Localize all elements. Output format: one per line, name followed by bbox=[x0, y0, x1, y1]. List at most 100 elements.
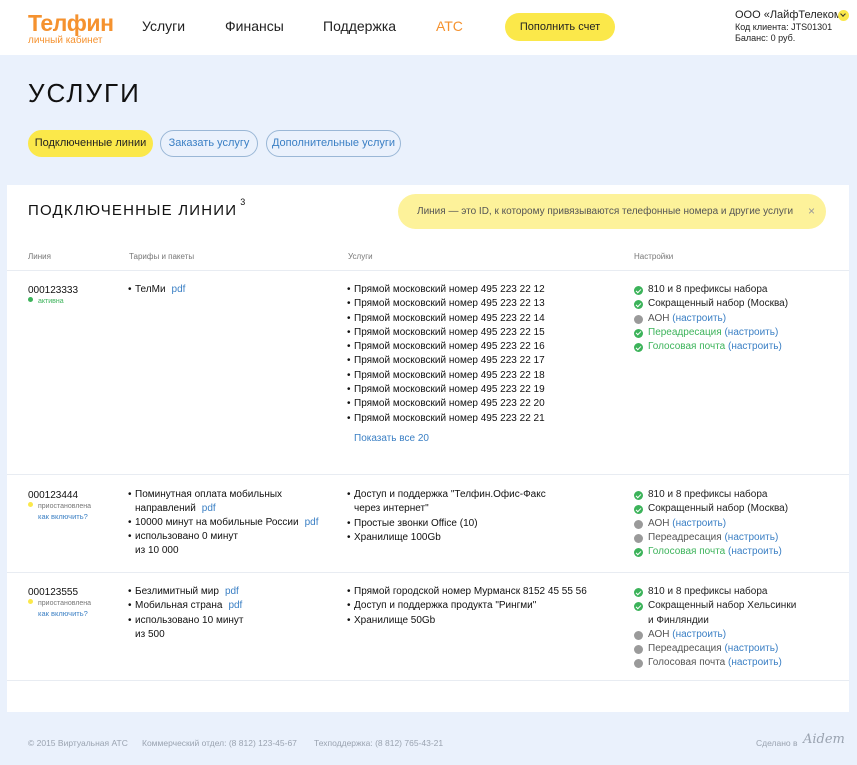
pdf-link[interactable]: pdf bbox=[172, 284, 186, 295]
footer-copyright: © 2015 Виртуальная АТС bbox=[28, 738, 128, 748]
line-id[interactable]: 000123444 bbox=[28, 490, 78, 501]
check-icon bbox=[634, 286, 643, 295]
service-item: Доступ и поддержка продукта "Рингми" bbox=[347, 599, 587, 614]
close-icon[interactable]: × bbox=[808, 194, 815, 229]
setting-item[interactable]: 810 и 8 префиксы набора bbox=[634, 585, 796, 599]
setting-label: АОН bbox=[648, 517, 670, 529]
configure-link[interactable]: (настроить) bbox=[672, 313, 726, 324]
setting-label: Сокращенный набор (Москва) bbox=[648, 298, 789, 310]
check-icon bbox=[634, 548, 643, 558]
configure-link[interactable]: (настроить) bbox=[728, 341, 782, 352]
service-item: Прямой московский номер 495 223 22 21 bbox=[347, 412, 545, 427]
service-list: Прямой городской номер Мурманск 8152 45 … bbox=[347, 585, 587, 628]
status-badge: приостановлена bbox=[28, 599, 91, 607]
setting-label: Голосовая почта bbox=[648, 341, 726, 353]
usage-line: использовано 0 минут bbox=[135, 530, 238, 542]
setting-item[interactable]: Переадресация (настроить) bbox=[634, 642, 796, 656]
logo-title: Телфин bbox=[28, 10, 114, 36]
how-to-enable-link[interactable]: как включить? bbox=[38, 512, 88, 521]
line-id[interactable]: 000123555 bbox=[28, 587, 78, 598]
tab-additional-services[interactable]: Дополнительные услуги bbox=[266, 130, 401, 157]
service-item: Прямой московский номер 495 223 22 19 bbox=[347, 383, 545, 398]
setting-item[interactable]: АОН (настроить) bbox=[634, 628, 796, 642]
usage-line: использовано 10 минут bbox=[135, 614, 244, 626]
nav-ats[interactable]: АТС bbox=[436, 18, 463, 34]
disabled-dot-icon bbox=[634, 314, 643, 324]
setting-item[interactable]: Сокращенный набор (Москва) bbox=[634, 297, 788, 311]
configure-link[interactable]: (настроить) bbox=[724, 643, 778, 654]
setting-label: Сокращенный набор (Москва) bbox=[648, 503, 789, 515]
service-item: Прямой московский номер 495 223 22 13 bbox=[347, 297, 545, 312]
setting-item[interactable]: Сокращенный набор (Москва) bbox=[634, 502, 788, 516]
nav-services[interactable]: Услуги bbox=[142, 18, 185, 34]
footer-made-by: Сделано в bbox=[756, 738, 798, 748]
account-info[interactable]: ООО «ЛайфТелеком» Код клиента: JTS01301 … bbox=[735, 9, 850, 44]
tab-connected-lines[interactable]: Подключенные линии bbox=[28, 130, 153, 157]
logo[interactable]: Телфин личный кабинет bbox=[28, 10, 114, 46]
service-item: Простые звонки Office (10) bbox=[347, 517, 546, 532]
info-hint: Линия — это ID, к которому привязываются… bbox=[398, 194, 826, 229]
configure-link[interactable]: (настроить) bbox=[728, 546, 782, 557]
setting-label-cont: и Финляндии bbox=[648, 614, 709, 626]
tariff-name-cont: направлений bbox=[135, 503, 196, 515]
pdf-link[interactable]: pdf bbox=[225, 586, 239, 597]
tariff-item: Безлимитный мир pdf bbox=[128, 585, 244, 600]
tariff-name: ТелМи bbox=[135, 284, 166, 295]
service-item: Прямой московский номер 495 223 22 17 bbox=[347, 354, 545, 369]
setting-item[interactable]: 810 и 8 префиксы набора bbox=[634, 283, 788, 297]
footer-sales-phone: Коммерческий отдел: (8 812) 123-45-67 bbox=[142, 738, 297, 748]
setting-label: Голосовая почта bbox=[648, 546, 726, 558]
setting-item[interactable]: АОН (настроить) bbox=[634, 517, 788, 531]
check-icon bbox=[634, 505, 643, 515]
configure-link[interactable]: (настроить) bbox=[724, 532, 778, 543]
status-text: активна bbox=[38, 298, 64, 305]
column-header-line: Линия bbox=[28, 252, 51, 261]
pdf-link[interactable]: pdf bbox=[202, 503, 216, 514]
pdf-link[interactable]: pdf bbox=[228, 600, 242, 611]
how-to-enable-link[interactable]: как включить? bbox=[38, 609, 88, 618]
disabled-dot-icon bbox=[634, 533, 643, 543]
service-list: Доступ и поддержка "Телфин.Офис-Факс чере… bbox=[347, 488, 546, 545]
settings-list: 810 и 8 префиксы набора Сокращенный набо… bbox=[634, 283, 788, 354]
setting-item[interactable]: 810 и 8 префиксы набора bbox=[634, 488, 788, 502]
tab-order-service[interactable]: Заказать услугу bbox=[160, 130, 258, 157]
service-item: Прямой московский номер 495 223 22 20 bbox=[347, 397, 545, 412]
settings-list: 810 и 8 префиксы набора Сокращенный набо… bbox=[634, 488, 788, 559]
tariff-name: Мобильная страна bbox=[135, 600, 223, 612]
footer-support-phone: Техподдержка: (8 812) 765-43-21 bbox=[314, 738, 444, 748]
service-text: Доступ и поддержка "Телфин.Офис-Факс bbox=[354, 489, 546, 500]
configure-link[interactable]: (настроить) bbox=[724, 327, 778, 338]
configure-link[interactable]: (настроить) bbox=[728, 657, 782, 668]
nav-finance[interactable]: Финансы bbox=[225, 18, 284, 34]
service-item: Прямой московский номер 495 223 22 15 bbox=[347, 326, 545, 341]
setting-item[interactable]: Сокращенный набор Хельсинки и Финляндии bbox=[634, 599, 796, 628]
tariff-item: 10000 минут на мобильные России pdf bbox=[128, 516, 319, 531]
check-icon bbox=[634, 328, 643, 338]
service-item: Прямой московский номер 495 223 22 16 bbox=[347, 340, 545, 355]
status-badge: приостановлена bbox=[28, 502, 91, 510]
divider bbox=[7, 572, 849, 573]
setting-label: Переадресация bbox=[648, 326, 722, 338]
configure-link[interactable]: (настроить) bbox=[672, 629, 726, 640]
section-title: ПОДКЛЮЧЕННЫЕ ЛИНИИ 3 bbox=[28, 197, 246, 219]
setting-item[interactable]: Переадресация (настроить) bbox=[634, 531, 788, 545]
topup-button[interactable]: Пополнить счет bbox=[505, 13, 615, 41]
show-all-link[interactable]: Показать все 20 bbox=[354, 433, 429, 444]
line-id[interactable]: 000123333 bbox=[28, 285, 78, 296]
setting-item[interactable]: Голосовая почта (настроить) bbox=[634, 340, 788, 354]
setting-item[interactable]: Переадресация (настроить) bbox=[634, 326, 788, 340]
setting-item[interactable]: Голосовая почта (настроить) bbox=[634, 656, 796, 670]
tariff-item: Поминутная оплата мобильных направлений pd… bbox=[128, 488, 319, 517]
disabled-dot-icon bbox=[634, 519, 643, 529]
tariff-list: Поминутная оплата мобильных направлений pd… bbox=[128, 488, 319, 558]
nav-support[interactable]: Поддержка bbox=[323, 18, 396, 34]
disabled-dot-icon bbox=[634, 630, 643, 640]
service-list: Прямой московский номер 495 223 22 12 Пр… bbox=[347, 283, 545, 427]
setting-item[interactable]: Голосовая почта (настроить) bbox=[634, 545, 788, 559]
studio-logo[interactable]: Aidem bbox=[803, 732, 845, 747]
chevron-down-icon[interactable] bbox=[838, 10, 849, 21]
configure-link[interactable]: (настроить) bbox=[672, 518, 726, 529]
setting-label: Сокращенный набор Хельсинки bbox=[648, 600, 797, 612]
setting-item[interactable]: АОН (настроить) bbox=[634, 312, 788, 326]
pdf-link[interactable]: pdf bbox=[305, 517, 319, 528]
